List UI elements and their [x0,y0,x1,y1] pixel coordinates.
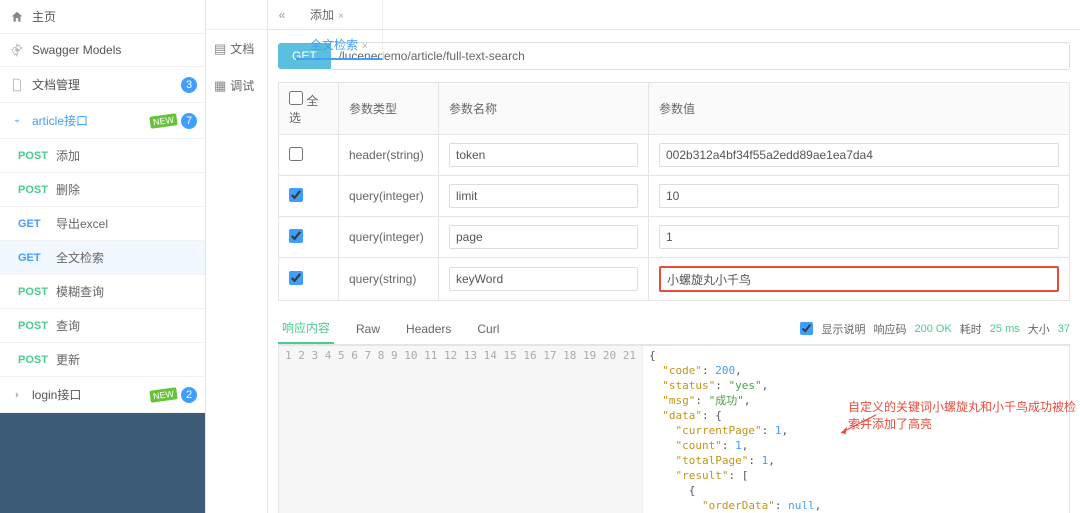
sidebar-item-login[interactable]: login接口 NEW2 [0,377,205,413]
param-type: query(integer) [339,217,439,258]
method-label: POST [18,184,56,196]
sidebar-sub-item[interactable]: GET全文检索 [0,241,205,275]
sidebar-fill [0,413,205,513]
sidebar-item-label: 文档管理 [32,76,80,93]
param-value-input[interactable] [659,143,1059,167]
tab[interactable]: 添加× [296,0,383,30]
method-label: POST [18,150,56,162]
rtab-raw[interactable]: Raw [352,316,384,342]
badge-count: 7 [181,113,197,129]
param-type: header(string) [339,135,439,176]
collapse-icon[interactable]: « [268,8,296,22]
doc-icon [10,78,24,92]
doc-icon: ▤ [214,41,226,57]
param-type: query(string) [339,258,439,301]
param-name-input[interactable] [449,267,638,291]
center-top [206,0,267,30]
param-table: 全选 参数类型 参数名称 参数值 header(string) query(in… [278,82,1070,301]
gear-icon [10,43,24,57]
rtab-content[interactable]: 响应内容 [278,313,334,344]
center-tab-debug[interactable]: ▦调试 [206,67,267,104]
method-label: POST [18,354,56,366]
badge-new: NEW [149,387,177,403]
param-type: query(integer) [339,176,439,217]
sidebar-sub-item[interactable]: POST更新 [0,343,205,377]
th-type: 参数类型 [339,83,439,135]
sidebar-sub-item[interactable]: POST模糊查询 [0,275,205,309]
tab[interactable]: 全文检索× [296,30,383,60]
show-desc-checkbox[interactable] [800,322,813,335]
badge-new: NEW [149,113,177,129]
close-icon[interactable]: × [338,11,344,22]
sidebar-title: 主页 [32,8,56,25]
url-row: GET [278,42,1070,70]
sidebar-sub-item[interactable]: POST添加 [0,139,205,173]
chevron-down-icon [10,114,24,128]
rtab-curl[interactable]: Curl [473,316,503,342]
response-meta: 显示说明 响应码 200 OK耗时 25 ms大小 37 [800,321,1070,337]
rtab-headers[interactable]: Headers [402,316,455,342]
sidebar-item-label: login接口 [32,386,81,403]
sidebar-sub-item[interactable]: POST删除 [0,173,205,207]
chevron-right-icon [10,388,24,402]
param-value-input[interactable] [659,184,1059,208]
row-checkbox[interactable] [289,147,303,161]
close-icon[interactable]: × [362,41,368,52]
method-label: POST [18,286,56,298]
response-tabs: 响应内容 Raw Headers Curl 显示说明 响应码 200 OK耗时 … [278,313,1070,345]
sub-label: 导出excel [56,215,108,232]
sidebar-item-swagger[interactable]: Swagger Models [0,34,205,67]
param-value-input[interactable] [659,266,1059,292]
sub-label: 删除 [56,181,80,198]
th-name: 参数名称 [439,83,649,135]
tab-bar: « 主页添加×全文检索× [268,0,1080,30]
method-label: GET [18,218,56,230]
param-row: query(string) [279,258,1070,301]
sidebar-item-docs[interactable]: 文档管理 3 [0,67,205,103]
param-row: header(string) [279,135,1070,176]
annotation-text: 自定义的关键词小螺旋丸和小千鸟成功被检索并添加了高亮 [848,398,1080,432]
method-label: GET [18,252,56,264]
th-check: 全选 [279,83,339,135]
main: « 主页添加×全文检索× GET 全选 参数类型 参数名称 参数值 header… [268,0,1080,513]
sidebar-home[interactable]: 主页 [0,0,205,34]
param-value-input[interactable] [659,225,1059,249]
home-icon [10,10,24,24]
sidebar-item-label: article接口 [32,112,88,129]
sub-label: 全文检索 [56,249,104,266]
row-checkbox[interactable] [289,229,303,243]
sidebar-item-article[interactable]: article接口 NEW7 [0,103,205,139]
row-checkbox[interactable] [289,188,303,202]
sub-label: 查询 [56,317,80,334]
badge-count: 3 [181,77,197,93]
sub-label: 更新 [56,351,80,368]
sidebar: 主页 Swagger Models 文档管理 3 article接口 NEW7 … [0,0,206,513]
param-name-input[interactable] [449,225,638,249]
bug-icon: ▦ [214,78,226,94]
param-name-input[interactable] [449,184,638,208]
param-row: query(integer) [279,176,1070,217]
param-name-input[interactable] [449,143,638,167]
center-tab-doc[interactable]: ▤文档 [206,30,267,67]
sidebar-sub-item[interactable]: POST查询 [0,309,205,343]
sub-label: 模糊查询 [56,283,104,300]
row-checkbox[interactable] [289,271,303,285]
sidebar-sub-item[interactable]: GET导出excel [0,207,205,241]
badge-count: 2 [181,387,197,403]
method-label: POST [18,320,56,332]
param-row: query(integer) [279,217,1070,258]
gutter: 1 2 3 4 5 6 7 8 9 10 11 12 13 14 15 16 1… [279,346,643,513]
arrow-icon [835,412,880,437]
center-panel: ▤文档 ▦调试 [206,0,268,513]
url-input[interactable] [331,42,1070,70]
sidebar-item-label: Swagger Models [32,43,121,57]
checkbox-all[interactable] [289,91,303,105]
th-value: 参数值 [649,83,1070,135]
sub-label: 添加 [56,147,80,164]
